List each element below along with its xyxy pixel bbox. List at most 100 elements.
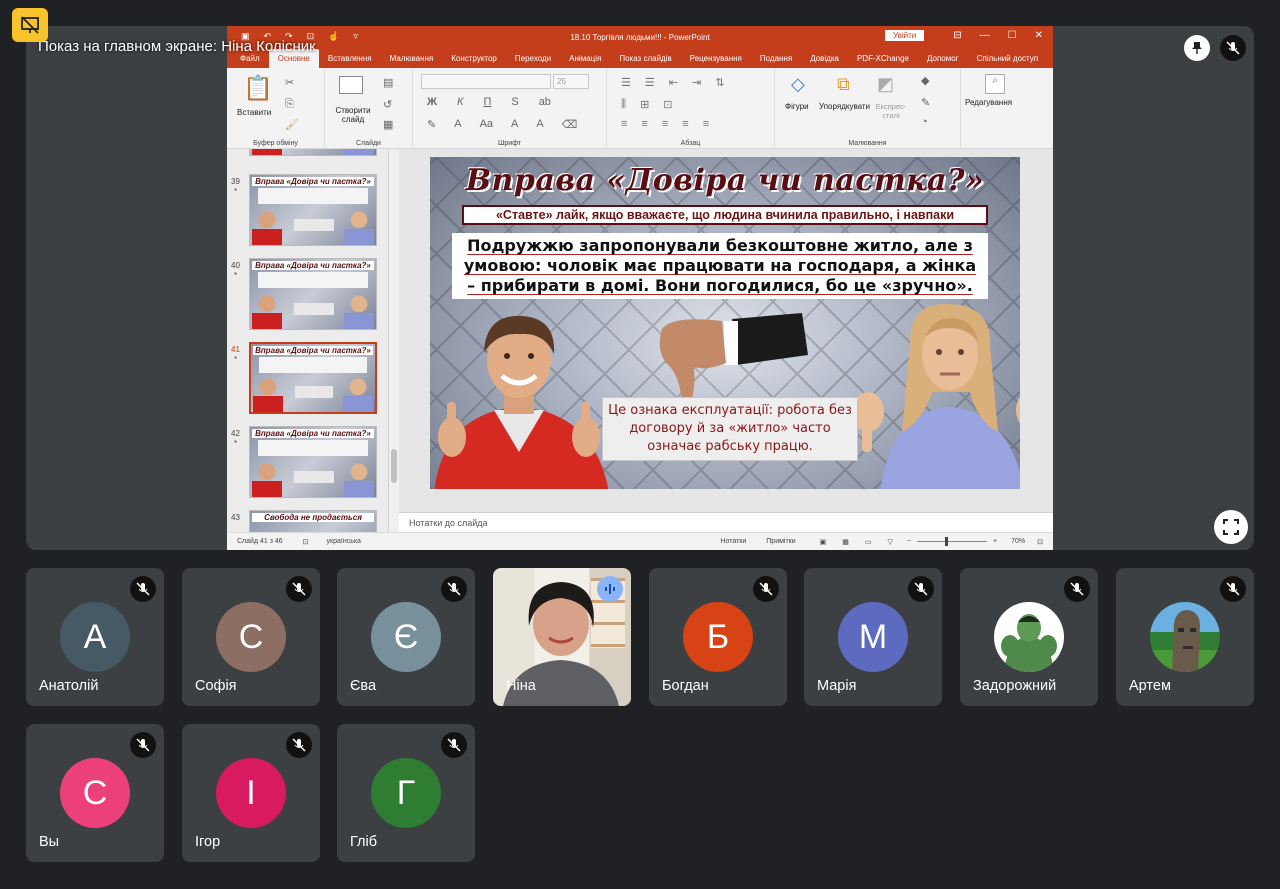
justify-icon[interactable]: ≡ xyxy=(682,118,688,130)
align-left-icon[interactable]: ≡ xyxy=(621,118,627,130)
fit-slide-icon[interactable]: ⊡ xyxy=(1037,538,1043,546)
shrink-font-icon[interactable]: A xyxy=(536,118,543,131)
participant-tile[interactable]: С Софія xyxy=(182,568,320,706)
columns-icon[interactable]: ⫼ xyxy=(621,98,626,111)
participant-tile[interactable]: Задорожний xyxy=(960,568,1098,706)
thumbnail-38[interactable] xyxy=(227,149,388,159)
zoom-slider-thumb[interactable] xyxy=(945,537,949,546)
shapes-button[interactable]: Фігури xyxy=(785,102,809,111)
change-case-icon[interactable]: Aa xyxy=(480,118,493,131)
ribbon-display-icon[interactable]: ⊟ xyxy=(953,30,961,41)
participant-tile[interactable]: І Ігор xyxy=(182,724,320,862)
tab-review[interactable]: Рецензування xyxy=(681,54,751,68)
indent-more-icon[interactable]: ⇥ xyxy=(692,76,701,89)
smartart-icon[interactable]: ⊡ xyxy=(663,98,672,111)
new-slide-button[interactable]: Створити слайд xyxy=(333,106,373,124)
participant-tile[interactable]: А Анатолій xyxy=(26,568,164,706)
participant-tile[interactable]: Є Єва xyxy=(337,568,475,706)
align-right-icon[interactable]: ≡ xyxy=(662,118,668,130)
zoom-in-icon[interactable]: + xyxy=(993,538,997,545)
tab-view[interactable]: Подання xyxy=(751,54,801,68)
line-spacing-icon[interactable]: ≡ xyxy=(703,118,709,130)
tab-tell-me[interactable]: Допомог xyxy=(918,54,968,68)
strikethrough-button[interactable]: S xyxy=(511,96,518,108)
thumbnail-40[interactable]: 40 * Вправа «Довіра чи пастка?» xyxy=(227,257,388,333)
participant-tile-self[interactable]: С Вы xyxy=(26,724,164,862)
touch-mode-icon[interactable]: ☝ xyxy=(328,31,339,42)
shape-effects-icon[interactable]: ◔ xyxy=(921,116,928,128)
participant-tile[interactable]: Г Гліб xyxy=(337,724,475,862)
underline-button[interactable]: П xyxy=(483,96,491,108)
reset-icon[interactable]: ↺ xyxy=(383,98,392,111)
stop-presenting-badge[interactable] xyxy=(12,8,48,42)
tab-transitions[interactable]: Переходи xyxy=(506,54,560,68)
italic-button[interactable]: К xyxy=(457,96,463,108)
align-center-icon[interactable]: ≡ xyxy=(641,118,647,130)
text-direction-icon[interactable]: ⇅ xyxy=(715,76,724,89)
participant-tile-video[interactable]: Ніна xyxy=(493,568,631,706)
format-painter-icon[interactable]: 🖌 xyxy=(285,118,299,131)
align-text-icon[interactable]: ⊞ xyxy=(640,98,649,111)
thumbnail-41[interactable]: 41 * Вправа «Довіра чи пастка?» xyxy=(227,341,388,417)
new-slide-icon[interactable] xyxy=(339,76,363,94)
participant-tile[interactable]: Б Богдан xyxy=(649,568,787,706)
language-indicator[interactable]: українська xyxy=(327,538,361,545)
layout-icon[interactable]: ▤ xyxy=(383,76,393,89)
normal-view-icon[interactable]: ▣ xyxy=(820,538,827,546)
numbering-icon[interactable]: ☰ xyxy=(645,76,655,89)
close-icon[interactable]: ✕ xyxy=(1035,30,1043,41)
tab-file[interactable]: Файл xyxy=(231,54,269,68)
tab-animations[interactable]: Анімація xyxy=(560,54,610,68)
spacing-button[interactable]: ab xyxy=(539,96,551,108)
thumbnails-scrollbar[interactable] xyxy=(389,149,399,532)
zoom-slider[interactable] xyxy=(917,537,988,546)
arrange-button[interactable]: Упорядкувати xyxy=(819,102,870,111)
zoom-level[interactable]: 70% xyxy=(1011,538,1025,545)
grow-font-icon[interactable]: A xyxy=(511,118,518,131)
customize-icon[interactable]: ▿ xyxy=(353,31,358,42)
indent-less-icon[interactable]: ⇤ xyxy=(669,76,678,89)
reading-view-icon[interactable]: ▭ xyxy=(865,538,872,546)
shapes-icon[interactable]: ◇ xyxy=(791,74,805,95)
arrange-icon[interactable]: ⧉ xyxy=(837,74,850,95)
section-icon[interactable]: ▦ xyxy=(383,118,393,131)
tab-help[interactable]: Довідка xyxy=(801,54,848,68)
zoom-out-icon[interactable]: − xyxy=(907,538,911,545)
highlight-icon[interactable]: ✎ xyxy=(427,118,436,131)
maximize-icon[interactable]: ☐ xyxy=(1008,30,1017,41)
font-color-icon[interactable]: A xyxy=(454,118,461,131)
notes-toggle[interactable]: Нотатки xyxy=(720,538,746,545)
tab-design[interactable]: Конструктор xyxy=(442,54,506,68)
minimize-icon[interactable]: — xyxy=(980,30,990,41)
tab-slideshow[interactable]: Показ слайдів xyxy=(610,54,680,68)
participant-tile[interactable]: М Марія xyxy=(804,568,942,706)
participant-tile[interactable]: Артем xyxy=(1116,568,1254,706)
paste-icon[interactable]: 📋 xyxy=(243,74,273,103)
tab-draw[interactable]: Малювання xyxy=(381,54,443,68)
scroll-thumb[interactable] xyxy=(391,449,397,483)
comments-toggle[interactable]: Примітки xyxy=(766,538,795,545)
slideshow-view-icon[interactable]: ▽ xyxy=(888,538,893,546)
cut-icon[interactable]: ✂ xyxy=(285,76,294,89)
tab-share[interactable]: Спільний доступ xyxy=(968,54,1048,68)
shape-fill-icon[interactable]: ◆ xyxy=(921,74,929,87)
font-size-box[interactable]: 25 xyxy=(553,74,589,89)
tab-pdf-xchange[interactable]: PDF-XChange xyxy=(848,54,918,68)
thumbnail-42[interactable]: 42 * Вправа «Довіра чи пастка?» xyxy=(227,425,388,501)
slide-notes-field[interactable]: Нотатки до слайда xyxy=(399,512,1053,532)
bullets-icon[interactable]: ☰ xyxy=(621,76,631,89)
slide-thumbnails[interactable]: 39 * Вправа «Довіра чи пастка?» 40 * Впр… xyxy=(227,149,389,532)
find-icon[interactable]: ⌕ xyxy=(985,74,1005,94)
editing-button[interactable]: Редагування xyxy=(965,98,1012,107)
fullscreen-button[interactable] xyxy=(1214,510,1248,544)
thumbnail-39[interactable]: 39 * Вправа «Довіра чи пастка?» xyxy=(227,173,388,249)
thumbnail-43[interactable]: 43 Свобода не продається xyxy=(227,509,388,532)
bold-button[interactable]: Ж xyxy=(427,96,437,108)
current-slide[interactable]: Вправа «Довіра чи пастка?» «Ставте» лайк… xyxy=(430,157,1020,489)
clear-format-icon[interactable]: ⌫ xyxy=(562,118,578,131)
quick-styles-icon[interactable]: ◩ xyxy=(877,74,894,95)
quick-styles-button[interactable]: Експрес-стилі xyxy=(873,102,909,120)
accessibility-icon[interactable]: ⊡ xyxy=(303,538,309,546)
shape-outline-icon[interactable]: ✎ xyxy=(921,96,930,109)
copy-icon[interactable]: ⎘ xyxy=(285,98,294,111)
